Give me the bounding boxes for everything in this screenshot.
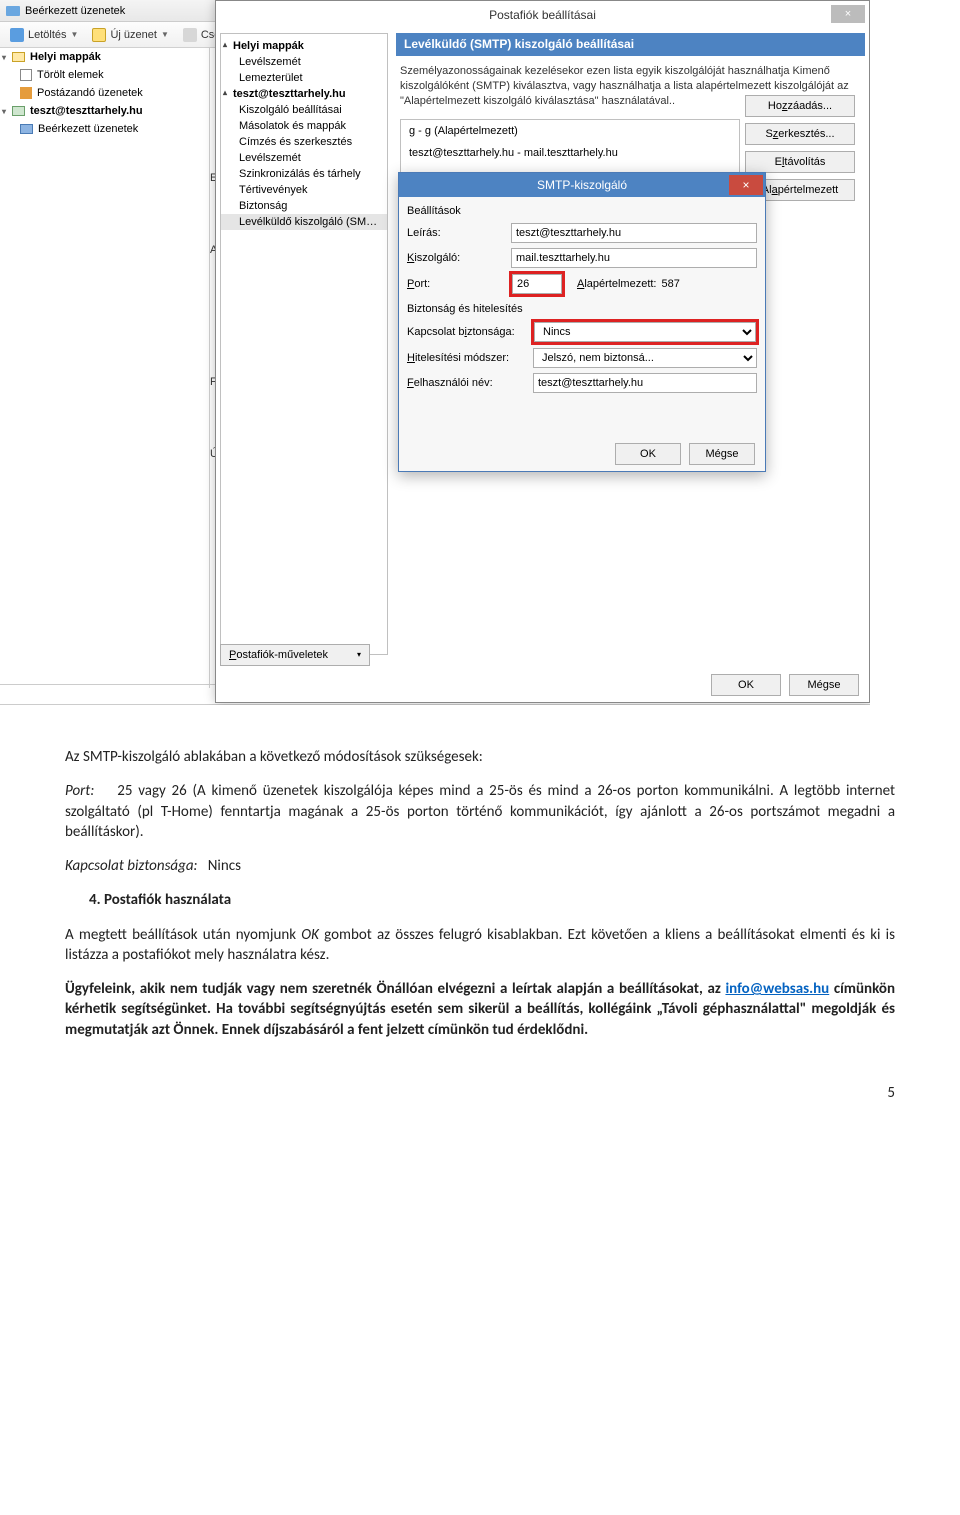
default-port-label: Alapértelmezett: <box>577 278 657 290</box>
port-label: Port: <box>65 782 94 800</box>
compose-icon <box>92 28 106 42</box>
auth-method-select[interactable]: Jelszó, nem biztonsá... <box>533 348 757 368</box>
account-label: teszt@teszttarhely.hu <box>30 105 143 117</box>
tree-addressing[interactable]: Címzés és szerkesztés <box>221 134 387 150</box>
account-actions-button[interactable]: Postafiók-műveletek ▾ <box>220 644 370 666</box>
account-actions: Postafiók-műveletek ▾ <box>220 644 370 666</box>
folder-icon <box>12 52 25 62</box>
port-input[interactable] <box>512 274 562 294</box>
security-group-title: Biztonság és hitelesítés <box>407 303 757 315</box>
smtp-list-item[interactable]: teszt@teszttarhely.hu - mail.teszttarhel… <box>401 142 739 164</box>
connection-security-select[interactable]: Nincs <box>534 322 756 342</box>
cancel-button[interactable]: Mégse <box>689 443 755 465</box>
trash-label: Törölt elemek <box>37 69 104 81</box>
folder-tree: ▾ Helyi mappák Törölt elemek Postázandó … <box>0 48 210 688</box>
tree-junk[interactable]: Levélszemét <box>221 54 387 70</box>
local-folders[interactable]: ▾ Helyi mappák <box>0 48 209 66</box>
trash-folder[interactable]: Törölt elemek <box>0 66 209 84</box>
expand-icon[interactable]: ▾ <box>2 107 6 116</box>
dialog-button-bar: OK Mégse <box>711 674 859 696</box>
chat-icon <box>183 28 197 42</box>
tree-account[interactable]: ▴teszt@teszttarhely.hu <box>221 86 387 102</box>
tree-local[interactable]: ▴Helyi mappák <box>221 38 387 54</box>
inbox-folder[interactable]: Beérkezett üzenetek <box>0 120 209 138</box>
dialog-titlebar: Postafiók beállításai × <box>216 1 869 29</box>
intro-para: Az SMTP-kiszolgáló ablakában a következő… <box>65 747 895 767</box>
account-icon <box>12 106 25 116</box>
app-screenshot: Beérkezett üzenetek Letöltés ▼ Új üzenet… <box>0 0 870 705</box>
pane-header: Levélküldő (SMTP) kiszolgáló beállításai <box>396 33 865 56</box>
download-label: Letöltés <box>28 29 67 41</box>
tree-smtp[interactable]: Levélküldő kiszolgáló (SMTP) <box>221 214 387 230</box>
chevron-down-icon: ▾ <box>357 645 361 665</box>
smtp-dialog-title: SMTP-kiszolgáló <box>537 178 627 192</box>
security-group: Biztonság és hitelesítés Kapcsolat bizto… <box>407 303 757 393</box>
smtp-server-list[interactable]: g - g (Alapértelmezett) teszt@teszttarhe… <box>400 119 740 177</box>
outbox-folder[interactable]: Postázandó üzenetek <box>0 84 209 102</box>
document-body: Az SMTP-kiszolgáló ablakában a következő… <box>0 735 960 1040</box>
connection-security-highlight: Nincs <box>533 321 757 343</box>
tree-server[interactable]: Kiszolgáló beállításai <box>221 102 387 118</box>
expand-icon[interactable]: ▾ <box>2 53 6 62</box>
tree-receipts[interactable]: Tértivevények <box>221 182 387 198</box>
close-button[interactable]: × <box>729 175 763 195</box>
username-input[interactable] <box>533 373 757 393</box>
main-tab-title[interactable]: Beérkezett üzenetek <box>25 5 125 17</box>
tree-security[interactable]: Biztonság <box>221 198 387 214</box>
cancel-button[interactable]: Mégse <box>789 674 859 696</box>
edit-button[interactable]: Szerkesztés... <box>745 123 855 145</box>
usage-para: A megtett beállítások után nyomjunk OK g… <box>65 925 895 966</box>
settings-group: Beállítások Leírás: Kiszolgáló: Port: Al… <box>407 205 757 295</box>
server-label: Kiszolgáló: <box>407 252 505 264</box>
add-button[interactable]: Hozzáadás... <box>745 95 855 117</box>
local-folders-label: Helyi mappák <box>30 51 101 63</box>
settings-group-title: Beállítások <box>407 205 757 217</box>
security-label: Kapcsolat biztonsága: <box>65 857 198 875</box>
outbox-label: Postázandó üzenetek <box>37 87 143 99</box>
dialog-title: Postafiók beállításai <box>489 8 596 22</box>
tree-copies[interactable]: Másolatok és mappák <box>221 118 387 134</box>
description-label: Leírás: <box>407 227 505 239</box>
smtp-server-dialog: SMTP-kiszolgáló × Beállítások Leírás: Ki… <box>398 172 766 472</box>
server-input[interactable] <box>511 248 757 268</box>
tree-junk2[interactable]: Levélszemét <box>221 150 387 166</box>
support-email-link[interactable]: info@websas.hu <box>725 980 829 998</box>
download-button[interactable]: Letöltés ▼ <box>10 28 78 42</box>
connection-security-label: Kapcsolat biztonsága: <box>407 326 527 338</box>
default-port-value: 587 <box>662 278 680 290</box>
chevron-down-icon: ▼ <box>71 30 79 39</box>
account-node[interactable]: ▾ teszt@teszttarhely.hu <box>0 102 209 120</box>
inbox-label: Beérkezett üzenetek <box>38 123 138 135</box>
new-message-label: Új üzenet <box>110 29 156 41</box>
ok-button[interactable]: OK <box>615 443 681 465</box>
security-para: Kapcsolat biztonsága: Nincs <box>65 856 895 876</box>
inbox-icon <box>20 124 33 134</box>
port-label: Port: <box>407 278 505 290</box>
description-input[interactable] <box>511 223 757 243</box>
inbox-tab-icon <box>6 6 20 16</box>
remove-button[interactable]: Eltávolítás <box>745 151 855 173</box>
chevron-down-icon: ▼ <box>161 30 169 39</box>
support-para: Ügyfeleink, akik nem tudják vagy nem sze… <box>65 979 895 1040</box>
settings-tree[interactable]: ▴Helyi mappák Levélszemét Lemezterület ▴… <box>220 33 388 655</box>
close-button[interactable]: × <box>831 5 865 23</box>
ok-button[interactable]: OK <box>711 674 781 696</box>
smtp-list-item[interactable]: g - g (Alapértelmezett) <box>401 120 739 142</box>
trash-icon <box>20 69 32 81</box>
auth-method-label: Hitelesítési módszer: <box>407 352 527 364</box>
download-icon <box>10 28 24 42</box>
new-message-button[interactable]: Új üzenet ▼ <box>92 28 168 42</box>
tree-sync[interactable]: Szinkronizálás és tárhely <box>221 166 387 182</box>
smtp-dialog-buttons: OK Mégse <box>615 443 755 465</box>
username-label: Felhasználói név: <box>407 377 527 389</box>
smtp-dialog-titlebar: SMTP-kiszolgáló × <box>399 173 765 197</box>
outbox-icon <box>20 87 32 99</box>
port-highlight <box>511 273 563 295</box>
page-number: 5 <box>0 1054 960 1142</box>
section-heading: 4. Postafiók használata <box>89 890 895 910</box>
tree-disk[interactable]: Lemezterület <box>221 70 387 86</box>
port-para: Port: 25 vagy 26 (A kimenő üzenetek kisz… <box>65 781 895 842</box>
